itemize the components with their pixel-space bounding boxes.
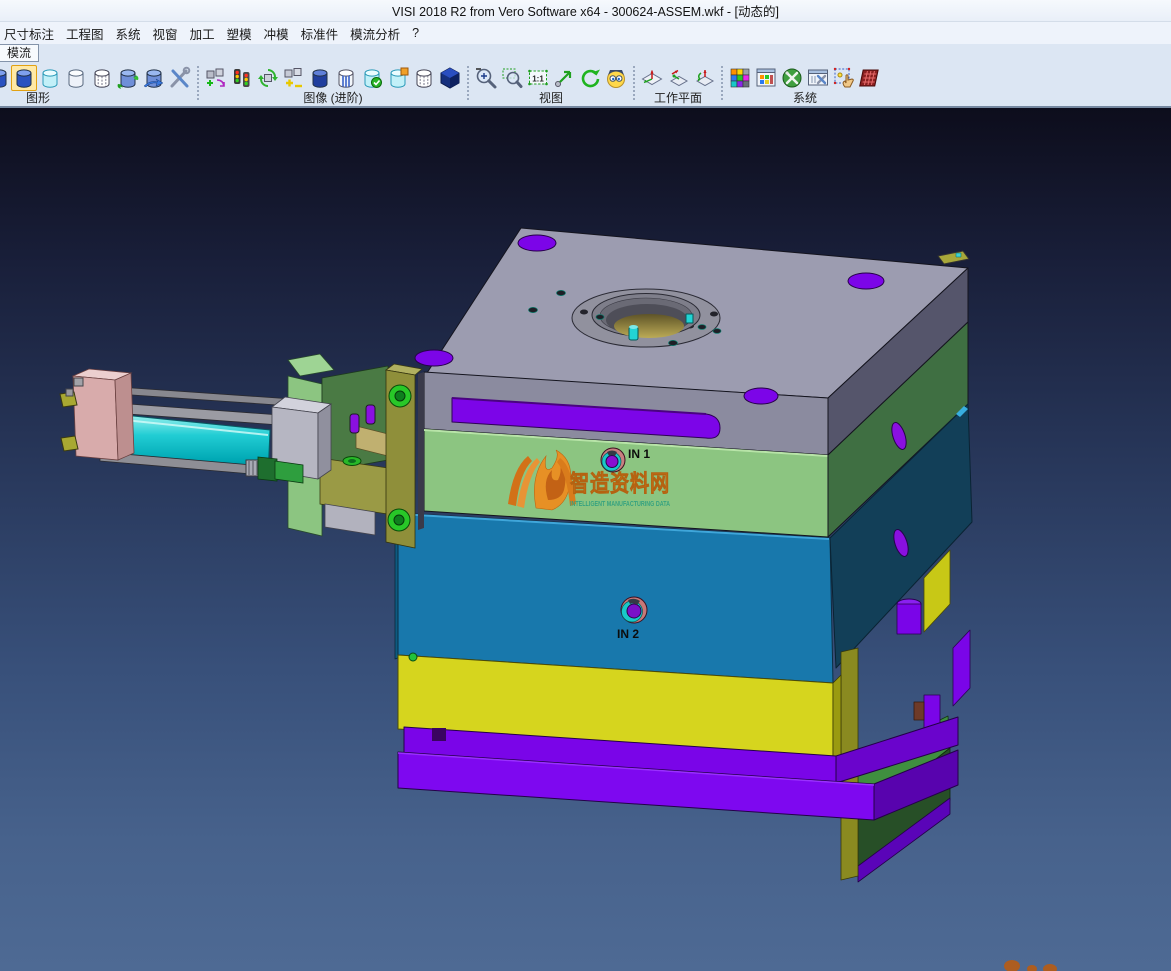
title-bar: VISI 2018 R2 from Vero Software x64 - 30… <box>0 0 1171 22</box>
cylinder-redo-icon[interactable] <box>141 65 167 91</box>
corner-hole <box>848 273 884 289</box>
cylinder-wire2-icon[interactable] <box>411 65 437 91</box>
bracket-slot <box>366 405 375 424</box>
menu-item-3[interactable]: 视窗 <box>147 22 184 45</box>
cylinder-rear-flange <box>60 369 134 460</box>
window-title: VISI 2018 R2 from Vero Software x64 - 30… <box>392 1 779 20</box>
toolbar-separator <box>467 66 469 102</box>
cylinder-white-icon[interactable] <box>63 65 89 91</box>
tab-moldflow[interactable]: 模流 <box>0 44 39 62</box>
cylinder-cyan-icon[interactable] <box>37 65 63 91</box>
cylinder-wireframe-icon[interactable] <box>89 65 115 91</box>
tools-wrench-icon[interactable] <box>167 65 193 91</box>
hex-nut <box>61 436 78 451</box>
hydraulic-cylinder[interactable] <box>60 354 424 548</box>
tab-row: 模流 <box>0 44 1171 63</box>
menu-item-6[interactable]: 冲模 <box>258 22 295 45</box>
traffic-light-icon[interactable] <box>229 65 255 91</box>
app-window: { "title_bar": { "title": "VISI 2018 R2 … <box>0 0 1171 971</box>
cube-shaded-icon[interactable] <box>437 65 463 91</box>
corner-hole <box>744 388 778 404</box>
svg-text:1:1: 1:1 <box>532 74 544 83</box>
watermark-subtitle: INTELLIGENT MANUFACTURING DATA <box>570 499 670 508</box>
toolbar: 图形图像 (进阶) 1:1 视图工作平面系统 <box>0 63 1171 108</box>
menu-item-8[interactable]: 模流分析 <box>344 22 406 45</box>
screw-dot <box>409 653 417 661</box>
toolbar-group-1: 图像 (进阶) <box>203 64 463 106</box>
cylinder-tag-icon[interactable] <box>385 65 411 91</box>
menu-item-0[interactable]: 尺寸标注 <box>0 22 60 45</box>
zoom-actual-icon[interactable]: 1:1 <box>525 65 551 91</box>
toolbar-group-label: 图像 (进阶) <box>203 91 463 106</box>
toolbar-separator <box>633 66 635 102</box>
toolbar-group-3: 工作平面 <box>639 64 717 106</box>
zoom-plusminus-icon[interactable] <box>473 65 499 91</box>
cylinder-striped-icon[interactable] <box>333 65 359 91</box>
toolbar-separator <box>721 66 723 102</box>
mold-assembly[interactable] <box>395 228 972 882</box>
workplane-move-icon[interactable] <box>665 65 691 91</box>
zoom-window-icon[interactable] <box>499 65 525 91</box>
toolbar-group-4: 系统 <box>727 64 883 106</box>
solids-add-icon[interactable] <box>203 65 229 91</box>
3d-viewport[interactable]: 智造资料网 INTELLIGENT MANUFACTURING DATA IN … <box>0 108 1171 971</box>
menu-item-1[interactable]: 工程图 <box>60 22 110 45</box>
in2-label: IN 2 <box>617 627 639 641</box>
support-pillar <box>897 604 921 634</box>
workplane-rotate-icon[interactable] <box>691 65 717 91</box>
window-tools-icon[interactable] <box>805 65 831 91</box>
solid-refresh-icon[interactable] <box>255 65 281 91</box>
bracket-slot <box>350 414 359 433</box>
toolbar-group-label: 视图 <box>473 91 629 106</box>
toolbar-separator <box>197 66 199 102</box>
workplane-xyz-icon[interactable] <box>639 65 665 91</box>
cylinder-sync-icon[interactable] <box>115 65 141 91</box>
toolbar-group-2: 1:1 视图 <box>473 64 629 106</box>
watermark-partial-bottom <box>1004 960 1057 971</box>
cylinder-blue-partial-icon[interactable] <box>0 65 11 91</box>
menu-bar: 尺寸标注工程图系统视窗加工塑模冲模标准件模流分析? <box>0 22 1171 44</box>
corner-hole <box>518 235 556 251</box>
menu-item-5[interactable]: 塑模 <box>221 22 258 45</box>
solids-plusminus-icon[interactable] <box>281 65 307 91</box>
menu-item-2[interactable]: 系统 <box>110 22 147 45</box>
toolbar-group-label: 工作平面 <box>639 91 717 106</box>
cylinder-solid-icon[interactable] <box>307 65 333 91</box>
settings-sphere-icon[interactable] <box>779 65 805 91</box>
corner-hole <box>415 350 453 366</box>
cylinder-blue-icon[interactable] <box>11 65 37 91</box>
locating-ring <box>572 289 720 347</box>
watermark-text: 智造资料网 <box>570 470 670 496</box>
corner-tab <box>938 251 969 264</box>
menu-item-9[interactable]: ? <box>406 24 425 42</box>
window-colors-icon[interactable] <box>753 65 779 91</box>
menu-item-4[interactable]: 加工 <box>184 22 221 45</box>
color-palette-icon[interactable] <box>727 65 753 91</box>
view-refresh-icon[interactable] <box>577 65 603 91</box>
toolbar-group-label: 系统 <box>727 91 883 106</box>
in1-label: IN 1 <box>628 447 650 461</box>
grid-calc-icon[interactable] <box>857 65 883 91</box>
menu-item-7[interactable]: 标准件 <box>295 22 345 45</box>
cad-scene[interactable]: 智造资料网 INTELLIGENT MANUFACTURING DATA IN … <box>0 108 1171 971</box>
select-hand-icon[interactable] <box>831 65 857 91</box>
toolbar-group-0: 图形 <box>0 64 193 106</box>
dynamic-view-icon[interactable] <box>603 65 629 91</box>
cylinder-check-icon[interactable] <box>359 65 385 91</box>
pan-arrow-icon[interactable] <box>551 65 577 91</box>
toolbar-group-label: 图形 <box>0 91 193 106</box>
